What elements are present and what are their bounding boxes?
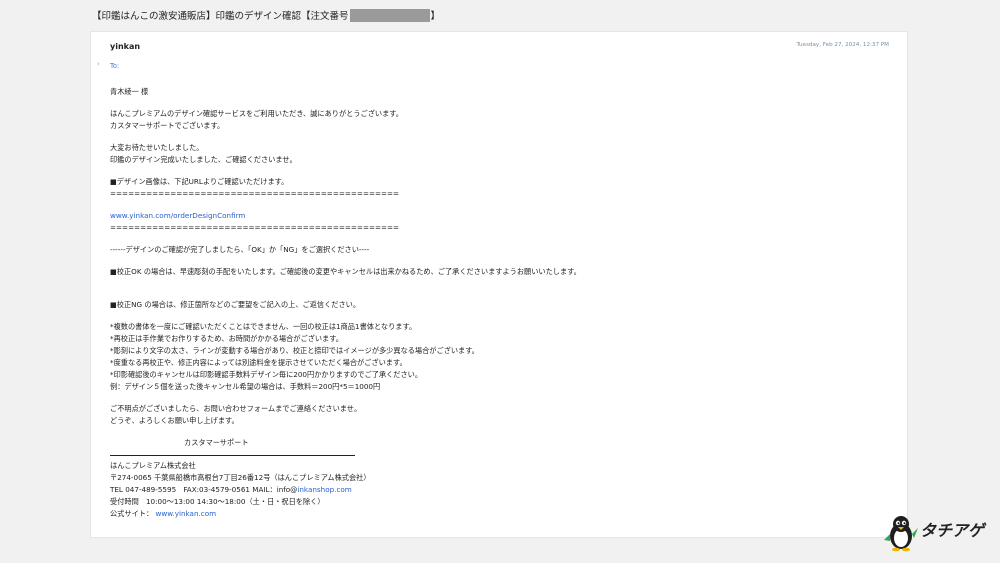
note-line: *複数の書体を一度にご確認いただくことはできません、一回の校正は1商品1書体とな… — [110, 322, 417, 331]
to-recipients-toggle[interactable]: To: — [110, 62, 119, 70]
body-line: 大変お待たせいたしました。 — [110, 143, 204, 152]
sender-name: yinkan — [110, 42, 141, 51]
official-site: 公式サイト： www.yinkan.com — [110, 508, 890, 520]
closing-line: ご不明点がございましたら、お問い合わせフォームまでご連絡くださいませ。 — [110, 404, 362, 413]
signature-title: カスタマーサポート — [184, 438, 249, 447]
closing-line: どうぞ、よろしくお願い申し上げます。 — [110, 416, 239, 425]
subject-text: 【印鑑はんこの激安通販店】印鑑のデザイン確認【注文番号 — [92, 11, 349, 22]
note-line: *再校正は手作業でお作りするため、お時間がかかる場合がございます。 — [110, 334, 343, 343]
email-body: 青木綾一 様 はんこプレミアムのデザイン確認サービスをご利用いただき、誠にありが… — [110, 86, 890, 520]
ok-instruction: ■校正OK の場合は、早速彫刻の手配をいたします。ご確認後の変更やキャンセルは出… — [110, 267, 581, 276]
watermark-logo: タチアゲ — [884, 514, 994, 554]
note-line: 例：デザイン５個を送った後キャンセル希望の場合は、手数料＝200円*5＝1000… — [110, 382, 381, 391]
penguin-mascot-icon — [884, 516, 918, 552]
note-line: *彫刻により文字の太さ、ラインが変動する場合があり、校正と捺印ではイメージが多少… — [110, 346, 479, 355]
note-line: *印影確認後のキャンセルは印影確認手数料デザイン毎に200円かかりますのでご了承… — [110, 370, 423, 379]
body-line: 印鑑のデザイン完成いたしました、ご確認くださいませ。 — [110, 155, 297, 164]
business-hours: 受付時間 10:00〜13:00 14:30〜18:00（土・日・祝日を除く） — [110, 497, 325, 506]
company-address: 〒274-0065 千葉県船橋市高根台7丁目26番12号（はんこプレミアム株式会… — [110, 473, 371, 482]
email-message-card: yinkan Tuesday, Feb 27, 2024, 12:37 PM ›… — [90, 31, 908, 538]
separator-line: ========================================… — [110, 189, 400, 198]
ng-instruction: ■校正NG の場合は、修正箇所などのご要望をご記入の上、ご返信ください。 — [110, 300, 361, 309]
subject-text-end: 】 — [430, 11, 441, 22]
note-line: *度重なる再校正や、修正内容によっては別途料金を提示させていただく場合がございま… — [110, 358, 407, 367]
body-line: はんこプレミアムのデザイン確認サービスをご利用いただき、誠にありがとうございます… — [110, 109, 403, 118]
greeting: 青木綾一 様 — [110, 87, 149, 96]
design-confirm-link[interactable]: www.yinkan.com/orderDesignConfirm — [110, 210, 890, 222]
site-label: 公式サイト： — [110, 509, 154, 518]
company-contact: TEL 047-489-5595 FAX:03-4579-0561 MAIL：i… — [110, 484, 890, 496]
separator-line: ========================================… — [110, 223, 400, 232]
signature-divider — [110, 455, 355, 456]
email-subject: 【印鑑はんこの激安通販店】印鑑のデザイン確認【注文番号 】 — [92, 8, 440, 22]
company-name: はんこプレミアム株式会社 — [110, 461, 196, 470]
instruction-line: ------デザインのご確認が完了しましたら、「OK」か「NG」をご選択ください… — [110, 245, 370, 254]
expand-details-icon[interactable]: › — [97, 60, 100, 68]
email-date: Tuesday, Feb 27, 2024, 12:37 PM — [796, 42, 889, 48]
watermark-text: タチアゲ — [920, 521, 985, 540]
body-line: カスタマーサポートでございます。 — [110, 121, 225, 130]
body-line: ■デザイン画像は、下記URLよりご確認いただけます。 — [110, 177, 289, 186]
official-site-link[interactable]: www.yinkan.com — [155, 509, 216, 518]
redacted-order-number — [349, 9, 430, 22]
contact-email-link[interactable]: inkanshop.com — [297, 485, 351, 494]
contact-text: TEL 047-489-5595 FAX:03-4579-0561 MAIL：i… — [110, 485, 298, 494]
